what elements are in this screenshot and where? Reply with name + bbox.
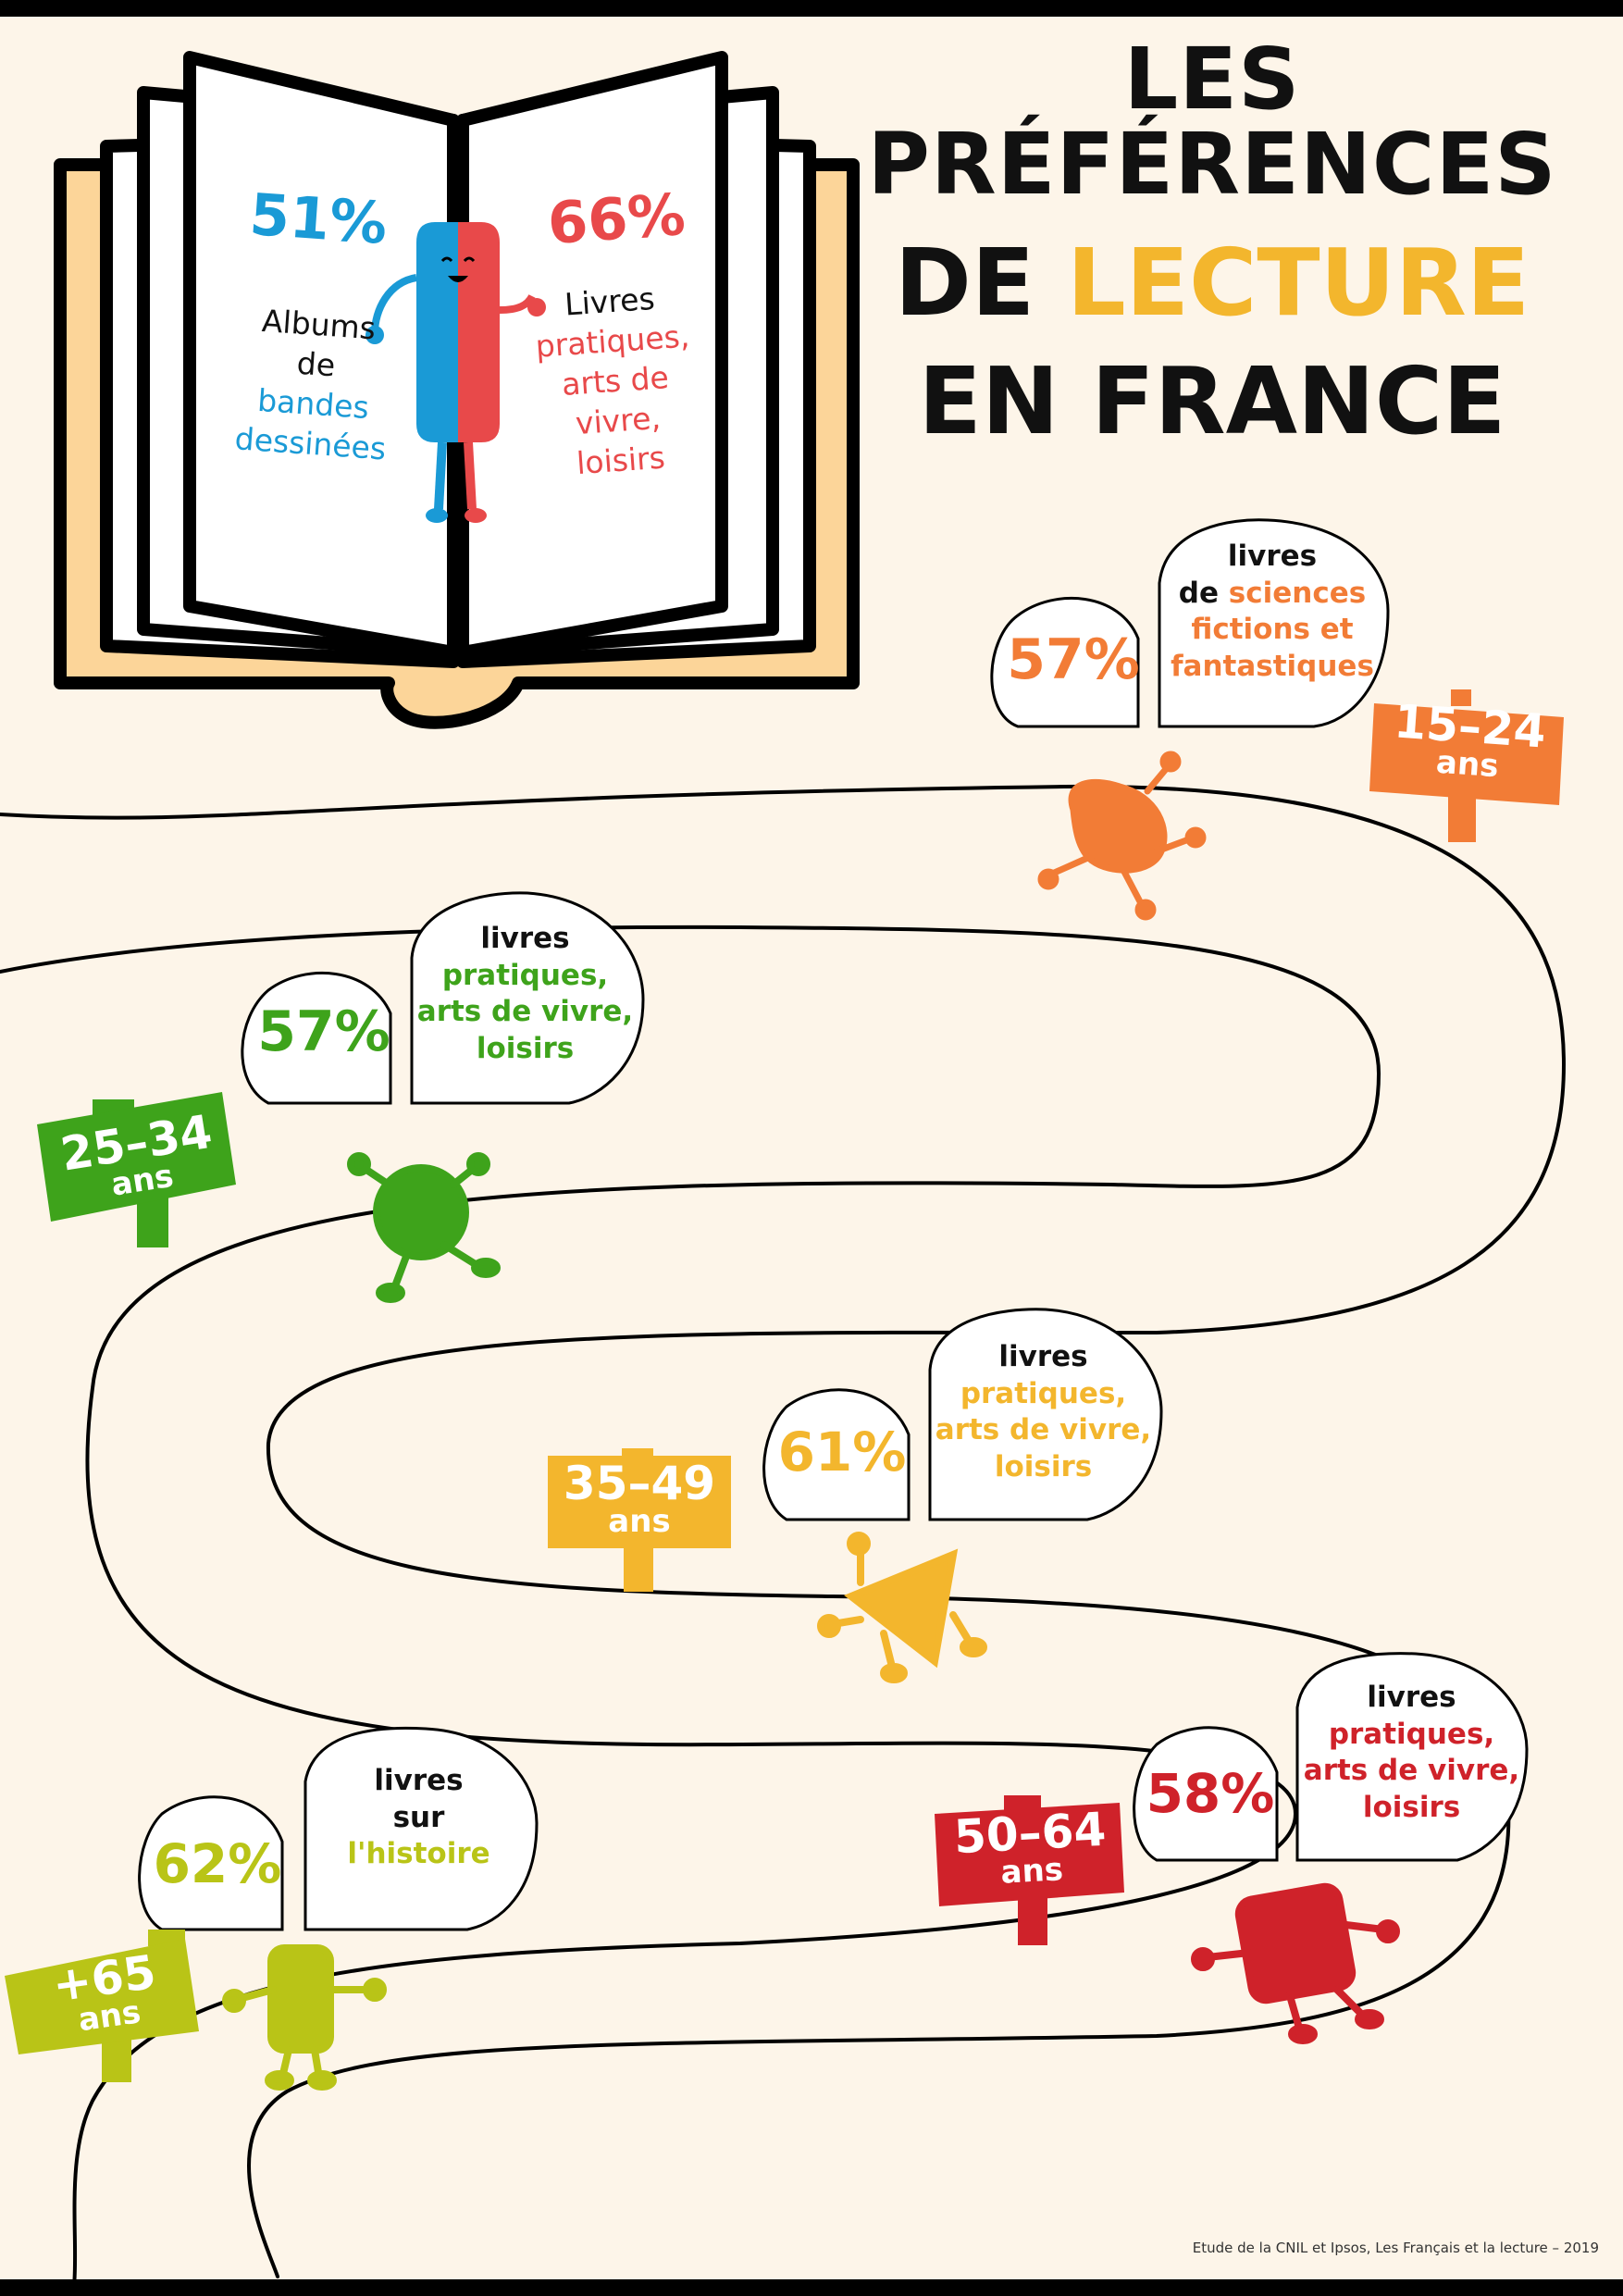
percent-15-24: 57%	[1007, 627, 1140, 692]
percent-65: 62%	[153, 1832, 282, 1895]
character-red	[1191, 1882, 1400, 2044]
bubble-50-64-line-1: livres	[1367, 1681, 1456, 1714]
title-line-3: EN FRANCE	[918, 347, 1506, 455]
bubble-35-49-line-2: pratiques,	[960, 1376, 1127, 1410]
sign-35-49-label: 35–49 ans	[548, 1457, 731, 1540]
bubble-35-49-line-4: loisirs	[994, 1450, 1093, 1484]
bubble-25-34-line-3: arts de vivre,	[416, 995, 634, 1029]
bubble-65-line-2: sur	[392, 1800, 445, 1834]
bubble-50-64-line-3: arts de vivre,	[1303, 1754, 1520, 1788]
bubble-15-24-line-2: de sciences	[1161, 576, 1383, 613]
bubble-25-34-label: livres pratiques, arts de vivre, loisirs	[412, 921, 638, 1068]
bubble-35-49-line-3: arts de vivre,	[935, 1413, 1152, 1447]
bubble-50-64-line-2: pratiques,	[1328, 1717, 1495, 1751]
bubble-15-24-label: livres de sciences fictions et fantastiq…	[1161, 539, 1383, 686]
percent-35-49: 61%	[777, 1421, 907, 1483]
bottom-border	[0, 2279, 1623, 2296]
title-line-2-accent: LECTURE	[1066, 229, 1530, 337]
road-edge-outer	[0, 784, 1567, 2278]
character-green	[347, 1152, 501, 1303]
character-yellow	[817, 1532, 987, 1683]
percent-25-34: 57%	[257, 999, 390, 1064]
open-book-illustration	[54, 51, 860, 729]
bubble-25-34-line-1: livres	[480, 922, 570, 955]
bubble-65-label: livres sur l'histoire	[305, 1763, 532, 1873]
page-title: LES PRÉFÉRENCES DE LECTURE EN FRANCE	[805, 37, 1619, 448]
bubble-35-49-label: livres pratiques, arts de vivre, loisirs	[930, 1339, 1157, 1486]
bubble-65-line-1: livres	[374, 1764, 464, 1797]
bubble-15-24-line-3: fictions et	[1191, 613, 1354, 647]
bubble-15-24-line-4: fantastiques	[1171, 650, 1374, 684]
character-orange	[1037, 751, 1207, 921]
bubble-35-49-line-1: livres	[998, 1340, 1088, 1373]
title-line-1: LES PRÉFÉRENCES	[867, 30, 1557, 214]
sign-15-24-label: 15–24 ans	[1376, 694, 1561, 785]
bubble-65-line-3: l'histoire	[347, 1837, 490, 1871]
book-right-label: Livres pratiques, arts de vivre, loisirs	[512, 276, 719, 488]
sign-35-49-age: 35–49	[563, 1457, 716, 1510]
sign-35-49-unit: ans	[608, 1502, 671, 1540]
book-right-percent: 66%	[545, 180, 688, 258]
title-line-2-prefix: DE	[894, 229, 1067, 337]
bubble-50-64-label: livres pratiques, arts de vivre, loisirs	[1298, 1680, 1525, 1827]
bubble-25-34-line-4: loisirs	[476, 1032, 575, 1066]
book-left-percent: 51%	[247, 180, 390, 258]
title-line-2: DE LECTURE	[805, 237, 1619, 329]
bubble-15-24-line-1: livres	[1227, 540, 1318, 573]
bubble-15-24-line-2a: de	[1178, 576, 1229, 610]
source-citation: Etude de la CNIL et Ipsos, Les Français …	[1192, 2240, 1599, 2256]
bubble-25-34-line-2: pratiques,	[441, 958, 609, 992]
percent-50-64: 58%	[1146, 1762, 1275, 1825]
bubble-50-64-line-4: loisirs	[1362, 1791, 1461, 1825]
bubble-15-24-line-2b: sciences	[1228, 576, 1367, 610]
book-left-label: Albums de bandes dessinées	[212, 299, 416, 471]
sign-50-64-label: 50–64 ans	[937, 1803, 1124, 1891]
